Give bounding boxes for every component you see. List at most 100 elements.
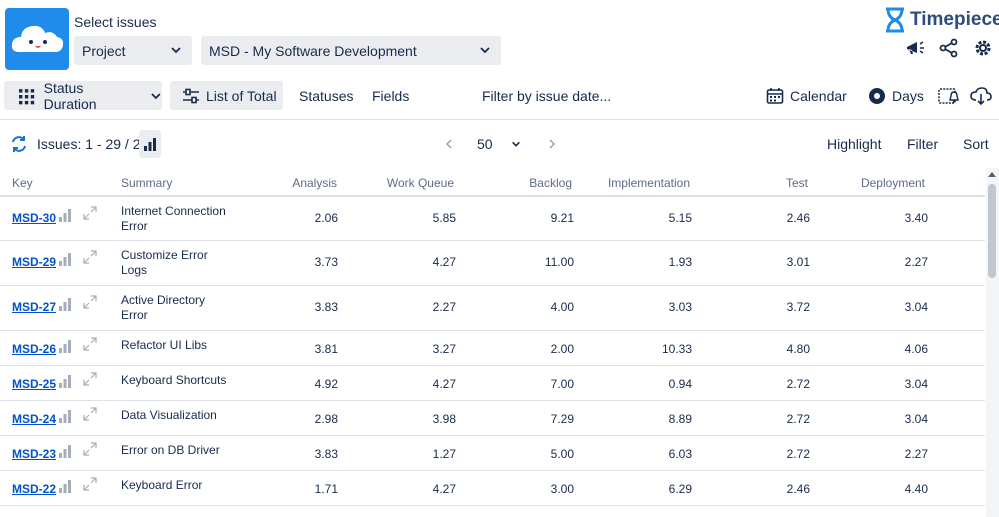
deployment-value: 4.06 <box>904 342 928 356</box>
share-icon[interactable] <box>939 38 959 58</box>
work-queue-value: 4.27 <box>432 377 456 391</box>
page-size-select[interactable]: 50 <box>477 130 521 158</box>
backlog-value: 5.00 <box>550 447 574 461</box>
bell-calendar-icon <box>938 87 959 104</box>
issue-summary: Keyboard Shortcuts <box>121 373 227 387</box>
column-header-summary[interactable]: Summary <box>121 176 172 190</box>
scrollbar-thumb[interactable] <box>988 184 996 278</box>
analysis-value: 2.98 <box>314 412 338 426</box>
issue-key-link[interactable]: MSD-24 <box>12 412 56 426</box>
chart-toggle-button[interactable] <box>139 130 161 158</box>
expand-icon[interactable] <box>82 441 98 457</box>
highlight-label: Highlight <box>827 136 882 152</box>
days-label: Days <box>892 87 924 104</box>
column-header-test[interactable]: Test <box>727 176 808 190</box>
column-header-analysis[interactable]: Analysis <box>258 176 337 190</box>
fields-label: Fields <box>372 87 410 104</box>
issues-count-label: Issues: 1 - 29 / 29 <box>37 136 149 152</box>
table-row: MSD-26 Refactor UI Libs 3.81 3.27 2.00 10.33 4… <box>0 331 985 366</box>
bar-chart-icon[interactable] <box>58 208 72 222</box>
backlog-value: 9.21 <box>550 211 574 225</box>
chevron-right-icon <box>549 139 556 149</box>
fields-button[interactable]: Fields <box>372 81 409 110</box>
analysis-value: 2.06 <box>314 211 338 225</box>
column-header-backlog[interactable]: Backlog <box>492 176 572 190</box>
select-issues-label: Select issues <box>74 14 157 30</box>
table-row: MSD-22 Keyboard Error 1.71 4.27 3.00 6.29 2.46… <box>0 471 985 506</box>
sort-button[interactable]: Sort <box>963 130 989 158</box>
bar-chart-icon[interactable] <box>58 479 72 493</box>
bar-chart-icon[interactable] <box>58 374 72 388</box>
deployment-value: 3.04 <box>904 412 928 426</box>
issue-summary: Keyboard Error <box>121 478 203 492</box>
backlog-value: 2.00 <box>550 342 574 356</box>
announcement-icon[interactable] <box>905 38 925 58</box>
prev-page-button[interactable] <box>444 130 454 158</box>
filter-date-button[interactable]: Filter by issue date... <box>482 81 611 110</box>
test-value: 2.72 <box>786 412 810 426</box>
issue-key-link[interactable]: MSD-27 <box>12 300 56 314</box>
filter-button[interactable]: Filter <box>907 130 938 158</box>
calendar-button[interactable]: Calendar <box>766 81 847 110</box>
page-size-value: 50 <box>477 136 493 152</box>
issue-key-link[interactable]: MSD-22 <box>12 482 56 496</box>
eye-icon <box>869 87 885 104</box>
notification-settings-button[interactable] <box>938 81 960 110</box>
status-duration-button[interactable]: Status Duration <box>4 80 162 112</box>
statuses-label: Statuses <box>299 87 354 104</box>
expand-icon[interactable] <box>82 249 98 265</box>
sliders-icon <box>183 88 199 103</box>
chevron-down-icon <box>480 47 490 54</box>
column-header-work-queue[interactable]: Work Queue <box>354 176 454 190</box>
test-value: 4.80 <box>786 342 810 356</box>
expand-icon[interactable] <box>82 294 98 310</box>
statuses-button[interactable]: Statuses <box>299 81 353 110</box>
implementation-value: 10.33 <box>661 342 692 356</box>
toolbar: Status Duration List of Total Statuses F… <box>0 79 999 113</box>
column-header-implementation[interactable]: Implementation <box>590 176 690 190</box>
issue-key-link[interactable]: MSD-25 <box>12 377 56 391</box>
issue-summary-line2: Error <box>121 219 148 233</box>
days-button[interactable]: Days <box>868 81 924 110</box>
bar-chart-icon[interactable] <box>58 339 72 353</box>
expand-icon[interactable] <box>82 205 98 221</box>
bar-chart-icon[interactable] <box>58 297 72 311</box>
gear-icon[interactable] <box>973 38 993 58</box>
column-header-key[interactable]: Key <box>12 176 33 190</box>
scroll-up-icon[interactable] <box>987 170 997 178</box>
bar-chart-icon[interactable] <box>58 409 72 423</box>
expand-icon[interactable] <box>82 371 98 387</box>
expand-icon[interactable] <box>82 336 98 352</box>
issue-key-link[interactable]: MSD-23 <box>12 447 56 461</box>
next-page-button[interactable] <box>547 130 557 158</box>
list-of-total-button[interactable]: List of Total <box>170 81 283 110</box>
toolbar-divider <box>0 119 999 120</box>
implementation-value: 6.29 <box>668 482 692 496</box>
work-queue-value: 4.27 <box>432 482 456 496</box>
test-value: 2.72 <box>786 447 810 461</box>
export-button[interactable] <box>970 81 992 110</box>
highlight-button[interactable]: Highlight <box>827 130 881 158</box>
project-type-select[interactable]: Project <box>74 36 192 65</box>
backlog-value: 4.00 <box>550 300 574 314</box>
project-select[interactable]: MSD - My Software Development <box>201 36 501 65</box>
test-value: 3.01 <box>786 255 810 269</box>
issue-key-link[interactable]: MSD-29 <box>12 255 56 269</box>
chevron-left-icon <box>445 139 452 149</box>
bar-chart-icon[interactable] <box>58 252 72 266</box>
refresh-button[interactable] <box>10 130 28 158</box>
table-row: MSD-24 Data Visualization 2.98 3.98 7.29 8.89… <box>0 401 985 436</box>
app-logo <box>5 8 69 70</box>
analysis-value: 3.73 <box>314 255 338 269</box>
bar-chart-icon[interactable] <box>58 444 72 458</box>
project-type-value: Project <box>82 42 126 59</box>
expand-icon[interactable] <box>82 476 98 492</box>
analysis-value: 1.71 <box>314 482 338 496</box>
column-header-deployment[interactable]: Deployment <box>825 176 925 190</box>
issue-key-link[interactable]: MSD-30 <box>12 211 56 225</box>
backlog-value: 11.00 <box>544 255 574 269</box>
work-queue-value: 3.27 <box>432 342 456 356</box>
expand-icon[interactable] <box>82 406 98 422</box>
analysis-value: 3.81 <box>314 342 338 356</box>
issue-key-link[interactable]: MSD-26 <box>12 342 56 356</box>
